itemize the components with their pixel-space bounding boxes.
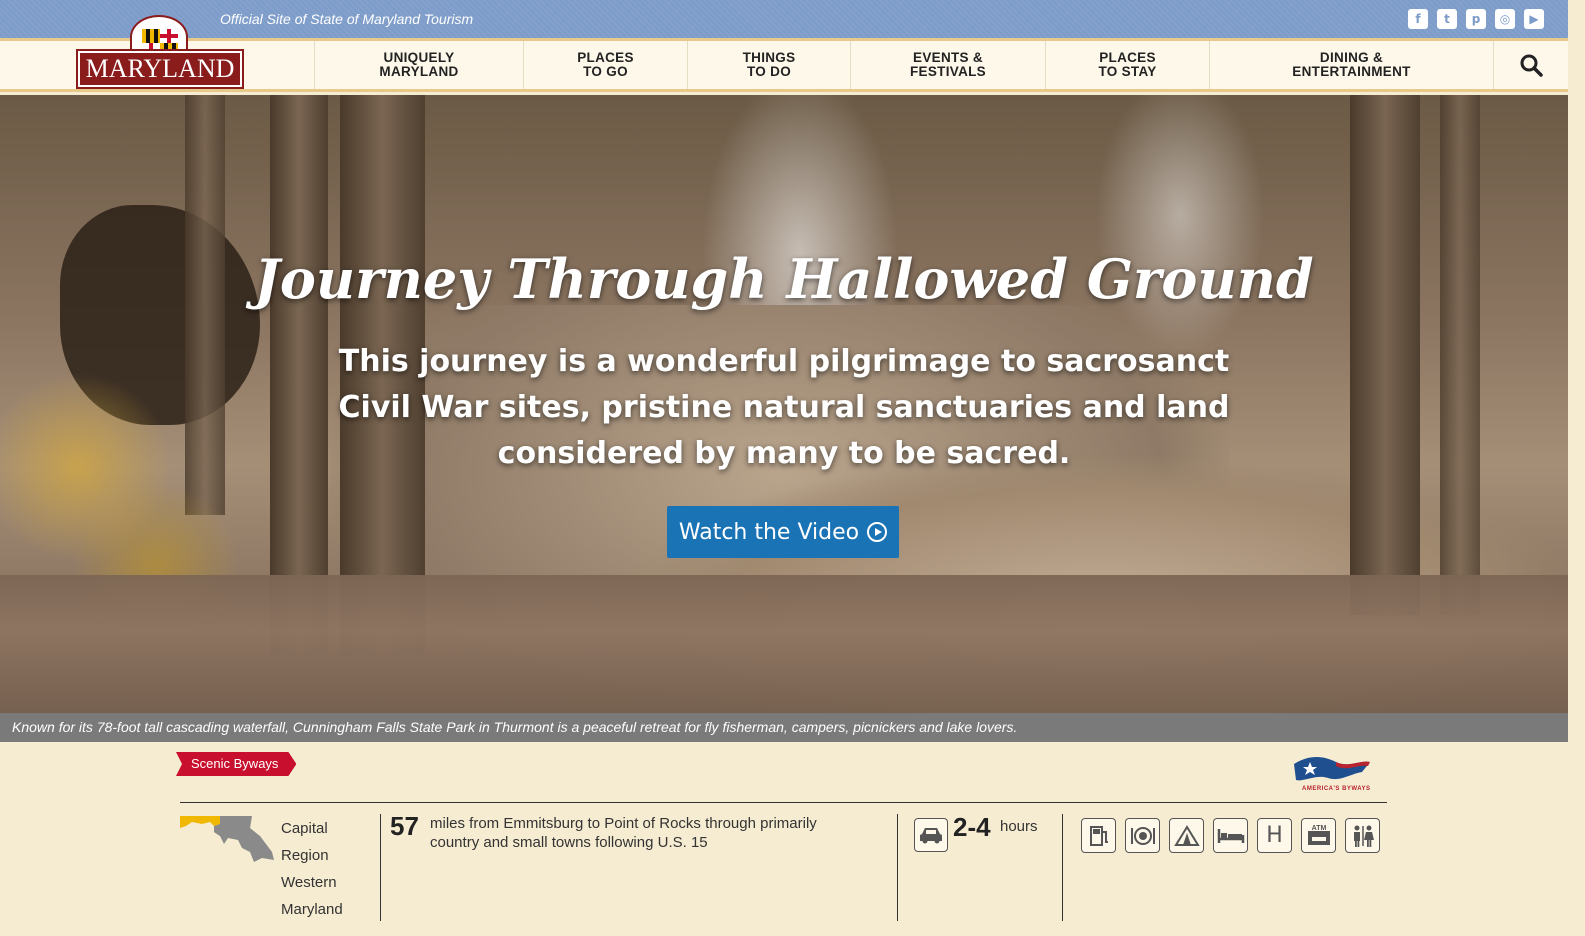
nav-uniquely-maryland[interactable]: UNIQUELY MARYLAND bbox=[314, 41, 523, 89]
miles-value: 57 bbox=[390, 811, 419, 841]
car-icon bbox=[914, 818, 948, 852]
region-line: Capital bbox=[281, 820, 328, 837]
restroom-icon[interactable] bbox=[1345, 818, 1380, 853]
nav-label-line1: DINING & bbox=[1319, 50, 1384, 65]
hero-caption: Known for its 78-foot tall cascading wat… bbox=[0, 713, 1568, 742]
atm-icon[interactable]: ATM bbox=[1301, 818, 1336, 853]
nav-label-line2: TO STAY bbox=[1098, 64, 1157, 79]
nav-label-line2: FESTIVALS bbox=[910, 64, 986, 79]
americas-byways-logo[interactable]: AMERICA'S BYWAYS bbox=[1290, 752, 1386, 794]
nav-places-to-go[interactable]: PLACES TO GO bbox=[523, 41, 687, 89]
miles-description: miles from Emmitsburg to Point of Rocks … bbox=[430, 815, 817, 851]
column-divider bbox=[380, 814, 381, 921]
nav-label-line2: MARYLAND bbox=[379, 64, 459, 79]
main-nav: MARYLAND UNIQUELY MARYLAND PLACES TO GO TH… bbox=[0, 15, 1568, 92]
watch-video-button[interactable]: Watch the Video bbox=[667, 506, 899, 558]
nav-label-line1: THINGS bbox=[742, 50, 796, 65]
nav-events-festivals[interactable]: EVENTS & FESTIVALS bbox=[850, 41, 1045, 89]
facebook-icon[interactable]: f bbox=[1408, 9, 1428, 29]
gas-icon[interactable] bbox=[1081, 818, 1116, 853]
atm-label: ATM bbox=[1311, 825, 1326, 832]
lodging-icon[interactable] bbox=[1213, 818, 1248, 853]
region-line: Maryland bbox=[281, 901, 343, 918]
nav-label-line1: EVENTS & bbox=[913, 50, 983, 65]
nav-things-to-do[interactable]: THINGS TO DO bbox=[687, 41, 850, 89]
hours-value: 2-4 bbox=[953, 812, 991, 842]
nav-places-to-stay[interactable]: PLACES TO STAY bbox=[1045, 41, 1209, 89]
nav-label-line2: TO DO bbox=[746, 64, 791, 79]
region-list: Capital Region Western Maryland bbox=[281, 815, 343, 923]
nav-label-line1: PLACES bbox=[577, 50, 634, 65]
scenic-byways-tag[interactable]: Scenic Byways bbox=[176, 752, 296, 776]
nav-label-line2: TO GO bbox=[583, 64, 628, 79]
instagram-icon[interactable]: ◎ bbox=[1495, 9, 1515, 29]
amenities-list: H ATM bbox=[1081, 818, 1380, 853]
play-circle-icon bbox=[867, 522, 888, 542]
hero-subtitle: This journey is a wonderful pilgrimage t… bbox=[338, 344, 1230, 471]
hospital-icon[interactable]: H bbox=[1257, 818, 1292, 853]
pinterest-icon[interactable]: p bbox=[1466, 9, 1486, 29]
nav-label-line1: PLACES bbox=[1099, 50, 1156, 65]
hero-title: Journey Through Hallowed Ground bbox=[254, 247, 1314, 311]
divider bbox=[180, 802, 1387, 803]
camping-icon[interactable] bbox=[1169, 818, 1204, 853]
youtube-icon[interactable]: ▶ bbox=[1524, 9, 1544, 29]
column-divider bbox=[897, 814, 898, 921]
region-line: Region bbox=[281, 847, 329, 864]
official-site-text: Official Site of State of Maryland Touri… bbox=[220, 11, 474, 27]
nav-items: UNIQUELY MARYLAND PLACES TO GO THINGS TO DO… bbox=[314, 41, 1493, 89]
watch-video-label: Watch the Video bbox=[678, 519, 860, 545]
hero-banner: Journey Through Hallowed Ground This jou… bbox=[0, 95, 1568, 713]
logo-wordmark: MARYLAND bbox=[76, 49, 244, 89]
column-divider bbox=[1062, 814, 1063, 921]
twitter-icon[interactable]: t bbox=[1437, 9, 1457, 29]
hours-label: hours bbox=[1000, 818, 1038, 835]
maryland-logo[interactable]: MARYLAND bbox=[76, 15, 244, 89]
maryland-map-icon bbox=[180, 814, 276, 864]
region-line: Western bbox=[281, 874, 337, 891]
dining-icon[interactable] bbox=[1125, 818, 1160, 853]
byways-logo-caption: AMERICA'S BYWAYS bbox=[1302, 786, 1371, 792]
americas-byways-flag-icon bbox=[1294, 757, 1370, 781]
social-links: f t p ◎ ▶ bbox=[1408, 9, 1544, 29]
nav-label-line2: ENTERTAINMENT bbox=[1292, 64, 1411, 79]
search-button[interactable] bbox=[1493, 41, 1568, 89]
nav-label-line1: UNIQUELY bbox=[383, 50, 455, 65]
nav-dining-entertainment[interactable]: DINING & ENTERTAINMENT bbox=[1209, 41, 1493, 89]
search-icon bbox=[1520, 54, 1543, 77]
